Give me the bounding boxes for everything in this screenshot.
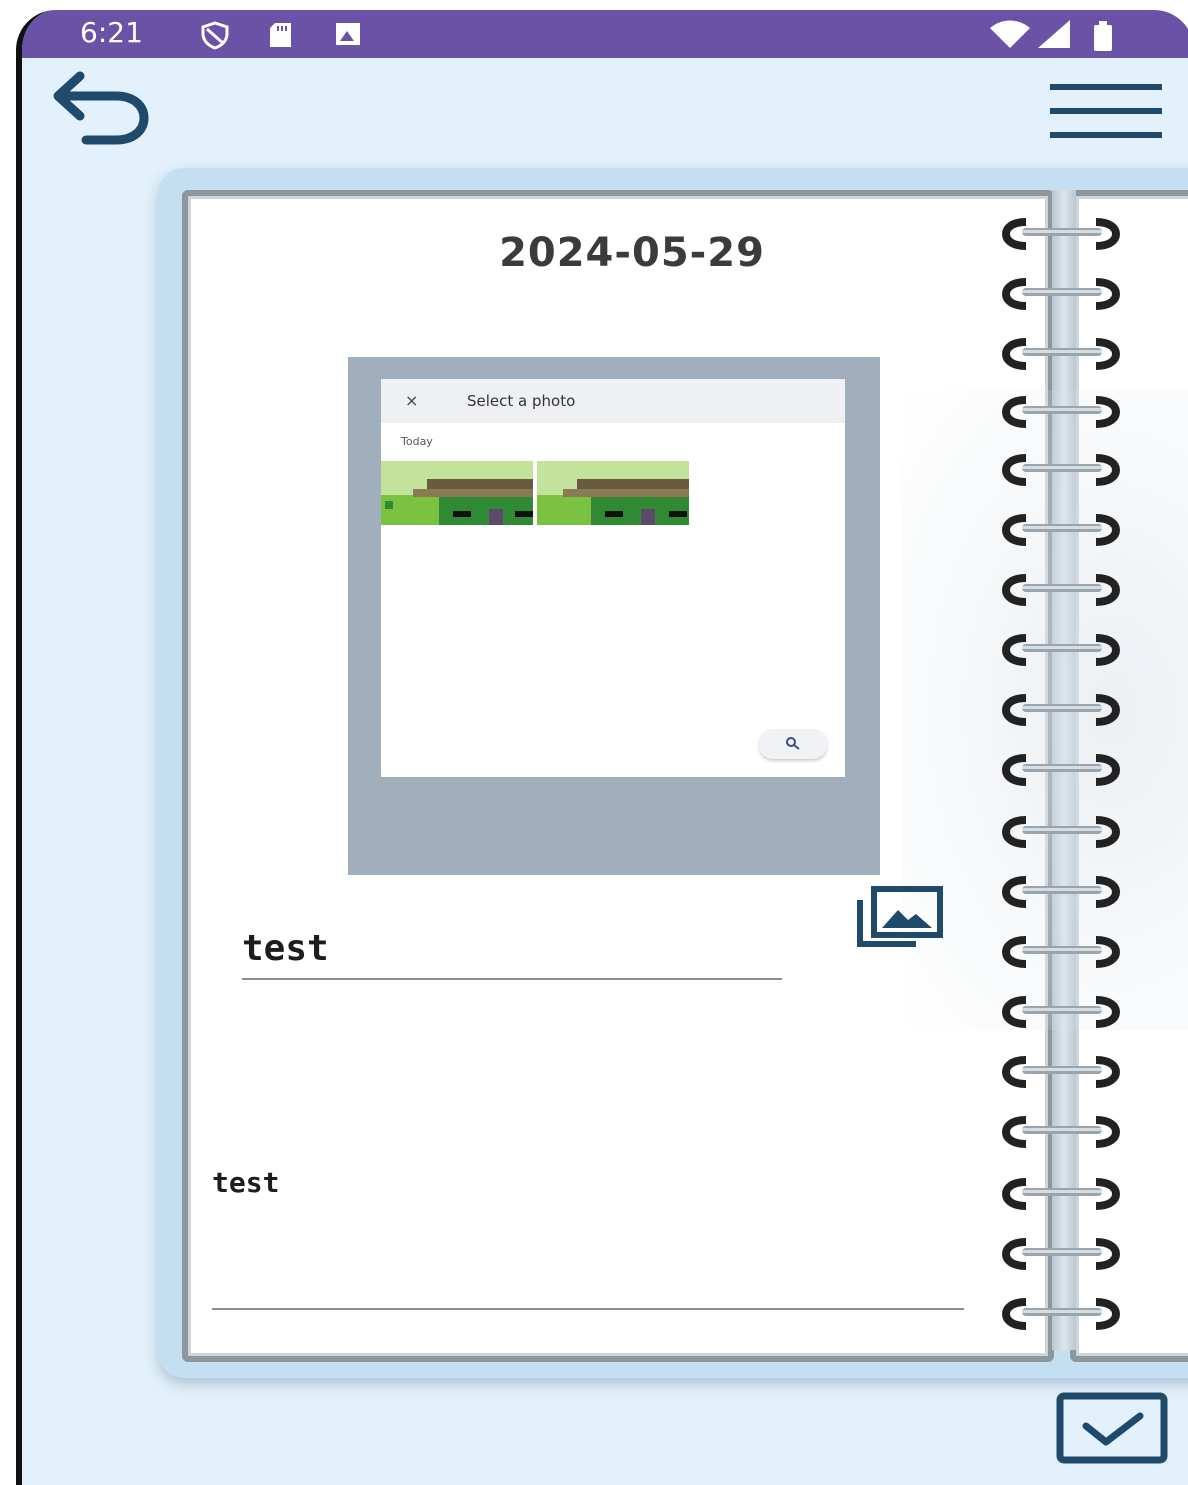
gallery-button[interactable] bbox=[854, 886, 946, 950]
entry-body-text: test bbox=[212, 1166, 280, 1199]
entry-title-input[interactable]: test bbox=[242, 922, 782, 980]
attached-photo[interactable]: × Select a photo Today bbox=[348, 357, 880, 875]
picker-title: Select a photo bbox=[467, 392, 576, 410]
entry-date: 2024-05-29 bbox=[499, 230, 765, 276]
undo-arrow-icon bbox=[53, 71, 149, 145]
status-bar: 6:21 bbox=[22, 10, 1188, 58]
checkbox-check-icon bbox=[1056, 1392, 1168, 1464]
entry-body-input[interactable]: test bbox=[212, 1160, 964, 1310]
wifi-icon bbox=[990, 20, 1030, 48]
photo-thumbnail bbox=[381, 461, 533, 525]
search-icon bbox=[786, 737, 800, 750]
spiral-binding bbox=[992, 210, 1132, 1330]
menu-button[interactable] bbox=[1046, 80, 1166, 142]
status-time: 6:21 bbox=[80, 16, 143, 49]
photo-preview: × Select a photo Today bbox=[381, 379, 845, 777]
image-notification-icon bbox=[336, 23, 360, 45]
entry-title-text: test bbox=[242, 928, 329, 969]
photo-thumbnail bbox=[537, 461, 689, 525]
sd-card-icon bbox=[270, 23, 291, 47]
phone-screen: 6:21 2024-05-29 × Select a photo Today t… bbox=[16, 10, 1188, 1485]
cell-signal-icon bbox=[1038, 20, 1070, 48]
photo-library-icon bbox=[857, 886, 943, 947]
battery-icon bbox=[1094, 21, 1112, 51]
back-button[interactable] bbox=[46, 70, 156, 150]
picker-header: × Select a photo bbox=[381, 379, 845, 423]
close-icon: × bbox=[405, 391, 419, 410]
hamburger-menu-icon bbox=[1050, 84, 1162, 138]
picker-section-label: Today bbox=[401, 435, 433, 448]
picker-search-button bbox=[759, 729, 827, 759]
save-button[interactable] bbox=[1056, 1392, 1168, 1464]
shield-icon bbox=[201, 21, 229, 50]
